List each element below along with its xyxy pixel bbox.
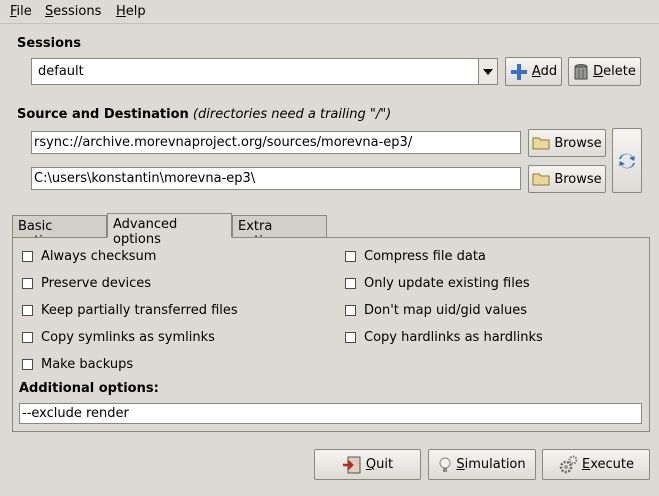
browse-source-button[interactable]: Browse [528, 129, 606, 157]
option-only-update-existing[interactable]: Only update existing files [345, 276, 530, 291]
destination-input[interactable]: C:\users\konstantin\morevna-ep3\ [31, 167, 521, 190]
checkbox[interactable] [345, 305, 356, 316]
delete-session-button[interactable]: Delete [568, 57, 641, 86]
tab-advanced-options[interactable]: Advanced options [107, 213, 232, 247]
checkbox[interactable] [22, 332, 33, 343]
option-keep-partial[interactable]: Keep partially transferred files [22, 303, 238, 318]
source-input[interactable]: rsync://archive.morevnaproject.org/sourc… [31, 131, 521, 154]
checkbox[interactable] [345, 278, 356, 289]
plus-icon [510, 63, 527, 80]
session-select[interactable]: default [31, 58, 498, 85]
folder-icon [532, 173, 550, 186]
chevron-down-icon[interactable] [478, 59, 497, 84]
checkbox[interactable] [345, 251, 356, 262]
lightbulb-icon [439, 457, 451, 472]
menubar: File Sessions Help [0, 0, 659, 24]
add-session-button[interactable]: Add [505, 57, 562, 86]
session-select-value: default [38, 64, 84, 79]
checkbox[interactable] [345, 332, 356, 343]
option-dont-map-uid-gid[interactable]: Don't map uid/gid values [345, 303, 527, 318]
option-preserve-devices[interactable]: Preserve devices [22, 276, 151, 291]
option-copy-hardlinks[interactable]: Copy hardlinks as hardlinks [345, 330, 543, 345]
additional-options-input[interactable]: --exclude render [19, 403, 642, 424]
option-make-backups[interactable]: Make backups [22, 357, 133, 372]
tab-basic-options[interactable]: Basic options [12, 215, 107, 249]
trash-icon [574, 63, 588, 79]
swap-arrows-icon [619, 153, 635, 168]
execute-button[interactable]: Execute [542, 449, 650, 480]
option-compress-file-data[interactable]: Compress file data [345, 249, 486, 264]
sessions-heading: Sessions [17, 36, 82, 51]
simulation-button[interactable]: Simulation [428, 449, 536, 480]
menu-file[interactable]: File [10, 4, 32, 19]
folder-icon [532, 137, 550, 150]
swap-source-destination-button[interactable] [612, 128, 642, 193]
menu-help[interactable]: Help [116, 4, 146, 19]
checkbox[interactable] [22, 305, 33, 316]
exit-icon [342, 456, 361, 473]
additional-options-label: Additional options: [19, 381, 159, 396]
source-destination-heading: Source and Destination (directories need… [17, 107, 392, 122]
quit-button[interactable]: Quit [314, 449, 421, 480]
browse-destination-button[interactable]: Browse [528, 165, 606, 193]
trailing-slash-hint: (directories need a trailing "/") [192, 107, 392, 122]
gears-icon [559, 455, 578, 473]
option-copy-symlinks[interactable]: Copy symlinks as symlinks [22, 330, 215, 345]
checkbox[interactable] [22, 359, 33, 370]
option-always-checksum[interactable]: Always checksum [22, 249, 156, 264]
tab-extra-options[interactable]: Extra options [232, 215, 327, 249]
checkbox[interactable] [22, 251, 33, 262]
menu-sessions[interactable]: Sessions [45, 4, 101, 19]
checkbox[interactable] [22, 278, 33, 289]
